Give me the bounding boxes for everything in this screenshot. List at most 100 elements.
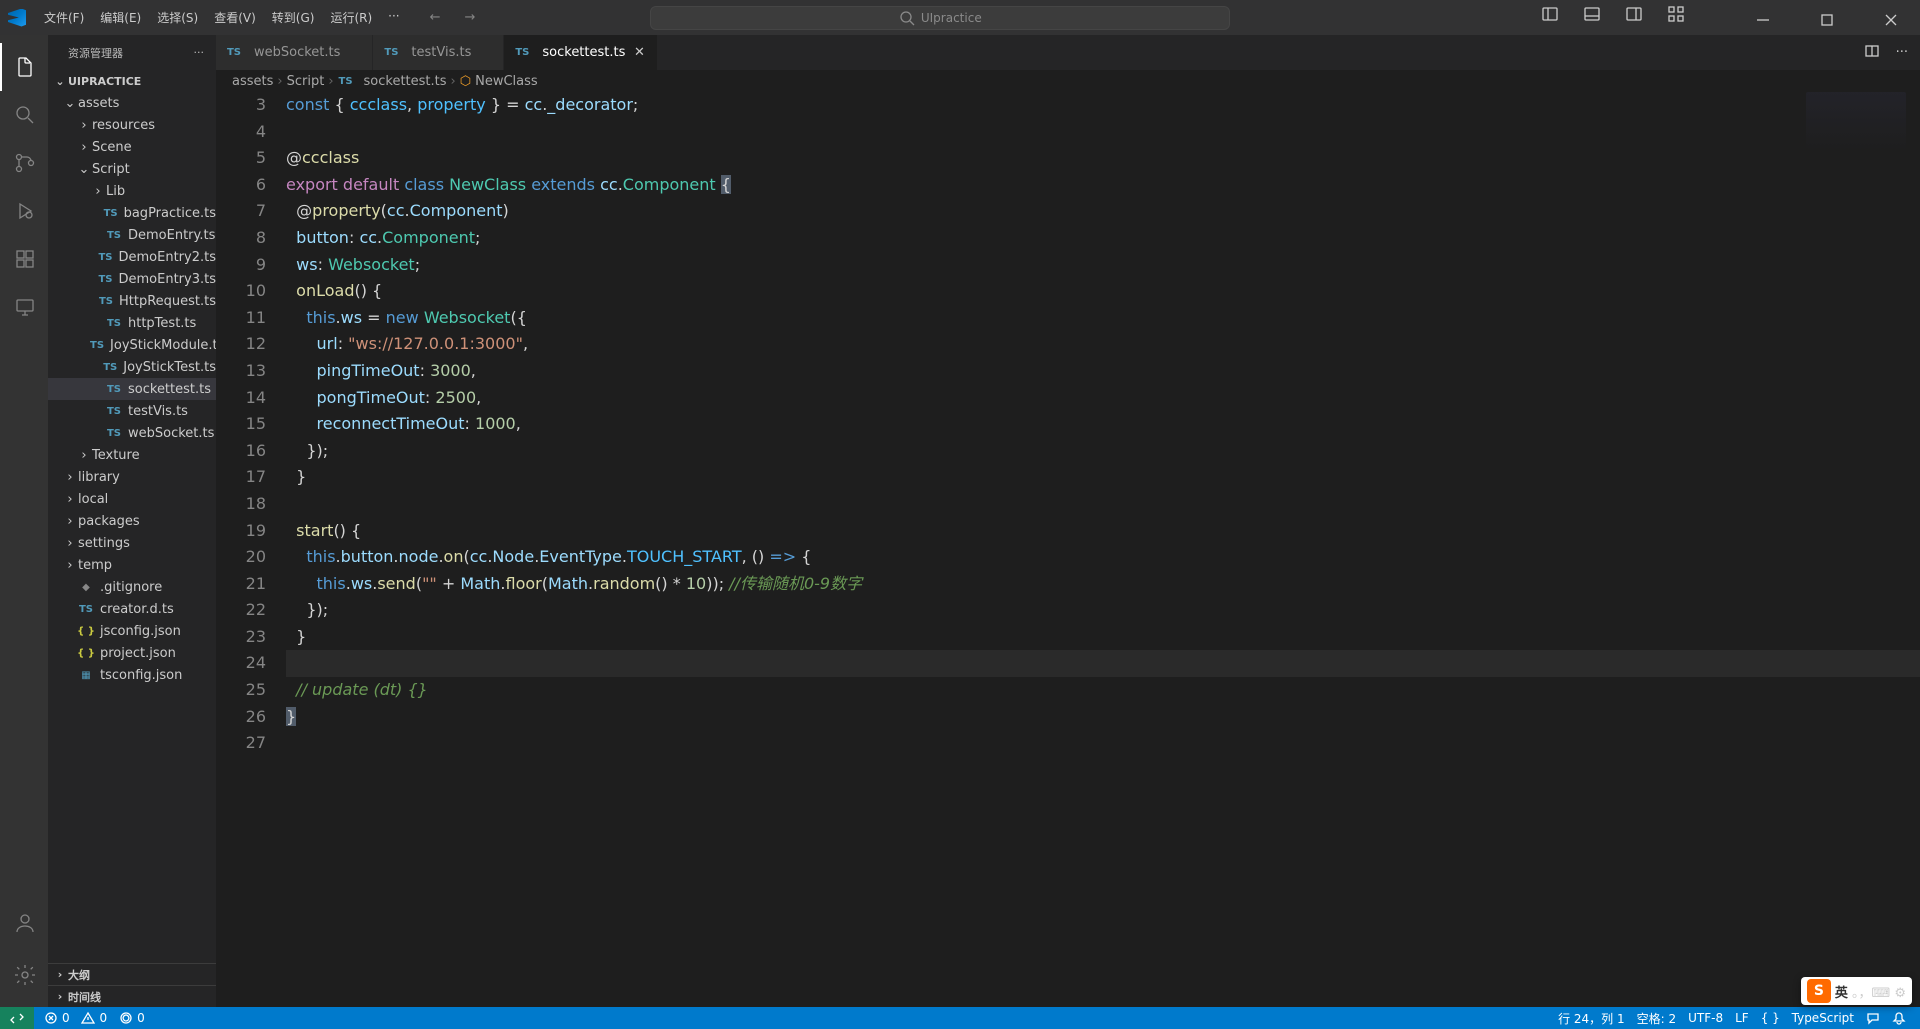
editor-tab[interactable]: TStestVis.ts✕ (373, 35, 504, 70)
code-editor[interactable]: 3456789101112131415161718192021222324252… (216, 92, 1920, 1007)
folder-item[interactable]: ›Lib (48, 180, 216, 202)
accounts-tab[interactable] (0, 899, 48, 947)
settings-tab[interactable] (0, 951, 48, 999)
command-center[interactable]: UIpractice (650, 6, 1230, 30)
explorer-tab[interactable] (0, 43, 48, 91)
close-tab-icon[interactable]: ✕ (631, 45, 647, 61)
code-line[interactable] (286, 491, 1920, 518)
code-line[interactable]: const { ccclass, property } = cc._decora… (286, 92, 1920, 119)
menu-item[interactable]: 运行(R) (322, 5, 380, 30)
code-line[interactable]: @property(cc.Component) (286, 198, 1920, 225)
menu-item[interactable]: 转到(G) (264, 5, 323, 30)
code-line[interactable]: } (286, 704, 1920, 731)
folder-item[interactable]: ›packages (48, 510, 216, 532)
timeline-section[interactable]: ›时间线 (48, 985, 216, 1007)
layout-sidebar-right-icon[interactable] (1624, 4, 1648, 32)
search-tab[interactable] (0, 91, 48, 139)
remote-indicator[interactable] (0, 1007, 34, 1029)
indent-status[interactable]: 空格: 2 (1631, 1010, 1683, 1027)
code-line[interactable] (286, 650, 1920, 677)
folder-item[interactable]: ›temp (48, 554, 216, 576)
breadcrumb-item[interactable]: NewClass (475, 74, 538, 89)
code-content[interactable]: const { ccclass, property } = cc._decora… (286, 92, 1920, 1007)
nav-forward-icon[interactable]: → (465, 10, 476, 25)
file-item[interactable]: TSsockettest.ts (48, 378, 216, 400)
file-item[interactable]: TSJoyStickModule.ts (48, 334, 216, 356)
menu-item[interactable]: ··· (380, 5, 407, 30)
code-line[interactable]: }); (286, 597, 1920, 624)
file-item[interactable]: TSDemoEntry.ts (48, 224, 216, 246)
file-item[interactable]: { }project.json (48, 642, 216, 664)
feedback-icon[interactable] (1860, 1010, 1886, 1027)
file-item[interactable]: TSDemoEntry3.ts (48, 268, 216, 290)
file-item[interactable]: ▦tsconfig.json (48, 664, 216, 686)
encoding-status[interactable]: UTF-8 (1682, 1010, 1729, 1027)
remote-explorer-tab[interactable] (0, 283, 48, 331)
nav-back-icon[interactable]: ← (430, 10, 441, 25)
minimize-button[interactable] (1738, 0, 1784, 35)
file-item[interactable]: TSHttpRequest.ts (48, 290, 216, 312)
code-line[interactable]: } (286, 624, 1920, 651)
file-item[interactable]: TShttpTest.ts (48, 312, 216, 334)
source-control-tab[interactable] (0, 139, 48, 187)
breadcrumb-item[interactable]: Script (287, 74, 325, 89)
folder-item[interactable]: ⌄assets (48, 92, 216, 114)
split-editor-icon[interactable] (1864, 43, 1880, 63)
run-debug-tab[interactable] (0, 187, 48, 235)
breadcrumb-item[interactable]: assets (232, 74, 273, 89)
file-item[interactable]: TSwebSocket.ts (48, 422, 216, 444)
extensions-tab[interactable] (0, 235, 48, 283)
editor-tab[interactable]: TSsockettest.ts✕ (504, 35, 658, 70)
code-line[interactable]: @ccclass (286, 145, 1920, 172)
cursor-position[interactable]: 行 24，列 1 (1552, 1010, 1631, 1027)
code-line[interactable]: button: cc.Component; (286, 225, 1920, 252)
code-line[interactable]: // update (dt) {} (286, 677, 1920, 704)
menu-item[interactable]: 编辑(E) (92, 5, 149, 30)
maximize-button[interactable] (1802, 0, 1848, 35)
ime-toolbar[interactable]: S 英 。，⌨ ⚙ (1801, 977, 1912, 1005)
folder-item[interactable]: ›settings (48, 532, 216, 554)
code-line[interactable]: export default class NewClass extends cc… (286, 172, 1920, 199)
code-line[interactable]: this.button.node.on(cc.Node.EventType.TO… (286, 544, 1920, 571)
code-line[interactable]: } (286, 464, 1920, 491)
breadcrumb-item[interactable]: sockettest.ts (364, 74, 447, 89)
ime-tools[interactable]: 。，⌨ ⚙ (1852, 982, 1906, 1001)
file-item[interactable]: TScreator.d.ts (48, 598, 216, 620)
menu-item[interactable]: 查看(V) (206, 5, 264, 30)
folder-item[interactable]: ›library (48, 466, 216, 488)
menu-item[interactable]: 文件(F) (36, 5, 92, 30)
code-line[interactable] (286, 119, 1920, 146)
folder-item[interactable]: ›resources (48, 114, 216, 136)
layout-panel-icon[interactable] (1582, 4, 1606, 32)
folder-item[interactable]: ›Texture (48, 444, 216, 466)
ports-status[interactable]: 0 (113, 1011, 151, 1025)
problems-status[interactable]: 0 0 (38, 1011, 113, 1025)
file-item[interactable]: TStestVis.ts (48, 400, 216, 422)
file-item[interactable]: TSbagPractice.ts (48, 202, 216, 224)
menu-item[interactable]: 选择(S) (149, 5, 206, 30)
code-line[interactable] (286, 730, 1920, 757)
more-actions-icon[interactable]: ··· (1896, 45, 1908, 60)
folder-item[interactable]: ›local (48, 488, 216, 510)
code-line[interactable]: url: "ws://127.0.0.1:3000", (286, 331, 1920, 358)
sidebar-more-icon[interactable]: ··· (194, 46, 205, 59)
code-line[interactable]: pongTimeOut: 2500, (286, 385, 1920, 412)
customize-layout-icon[interactable] (1666, 4, 1690, 32)
breadcrumb[interactable]: assets › Script ›TS sockettest.ts ›⬡ New… (216, 70, 1920, 92)
file-item[interactable]: TSJoyStickTest.ts (48, 356, 216, 378)
project-header[interactable]: ⌄ UIPRACTICE (48, 70, 216, 92)
code-line[interactable]: this.ws = new Websocket({ (286, 305, 1920, 332)
code-line[interactable]: }); (286, 438, 1920, 465)
code-line[interactable]: start() { (286, 518, 1920, 545)
ime-lang[interactable]: 英 (1835, 982, 1848, 1001)
code-line[interactable]: reconnectTimeOut: 1000, (286, 411, 1920, 438)
folder-item[interactable]: ⌄Script (48, 158, 216, 180)
code-line[interactable]: this.ws.send("" + Math.floor(Math.random… (286, 571, 1920, 598)
eol-status[interactable]: LF (1729, 1010, 1755, 1027)
language-status[interactable]: { } TypeScript (1755, 1010, 1860, 1027)
file-item[interactable]: { }jsconfig.json (48, 620, 216, 642)
notifications-icon[interactable] (1886, 1010, 1912, 1027)
outline-section[interactable]: ›大纲 (48, 963, 216, 985)
close-button[interactable] (1866, 0, 1912, 35)
file-item[interactable]: ◆.gitignore (48, 576, 216, 598)
